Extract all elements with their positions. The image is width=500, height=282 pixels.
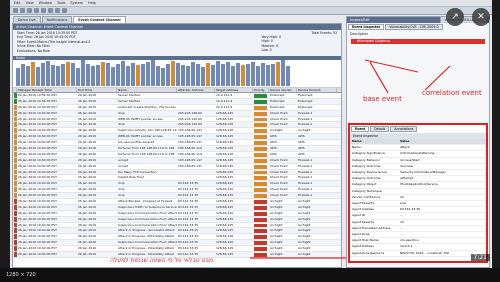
- app-window: Edit View Window Tools System Help Demo Live …: [10, 0, 492, 268]
- video-time-badge: 7:21: [470, 254, 490, 261]
- correlation-event-label: correlation event: [422, 89, 482, 97]
- correlation-event-arrow: [424, 65, 451, 91]
- close-icon[interactable]: ✕: [472, 8, 490, 26]
- annotation-overlay: [250, 59, 451, 259]
- video-player-bar: 1280 × 720: [0, 268, 500, 282]
- resolution-label: 1280 × 720: [6, 272, 36, 278]
- base-event-label: base event: [363, 95, 402, 103]
- base-event-arrow: [369, 61, 389, 94]
- bottom-annotation: מבט טבלאי על פי השעה שבמוח למעלה: [110, 257, 214, 264]
- share-icon[interactable]: ↗: [446, 8, 464, 26]
